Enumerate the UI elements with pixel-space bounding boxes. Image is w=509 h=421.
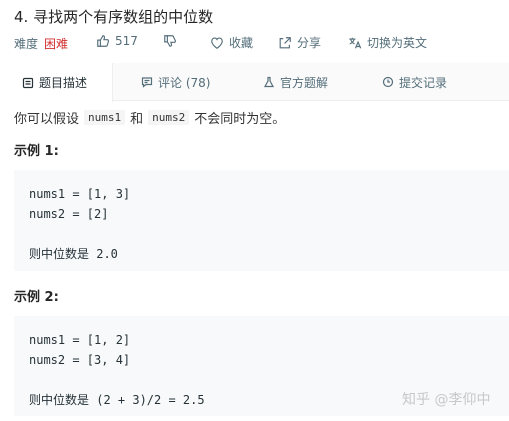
like-button[interactable]: 517 <box>96 34 138 48</box>
share-label: 分享 <box>297 36 322 50</box>
example-2-line-2: nums2 = [3, 4] <box>29 353 131 367</box>
description-mid: 和 <box>130 112 144 127</box>
like-count: 517 <box>115 34 138 48</box>
collect-label: 收藏 <box>229 36 254 50</box>
share-icon <box>279 36 291 48</box>
example-2-line-1: nums1 = [1, 2] <box>29 333 131 347</box>
inline-code-nums1: nums1 <box>84 110 126 125</box>
example-1-title: 示例 1: <box>14 144 59 159</box>
problem-title: 4. 寻找两个有序数组的中位数 <box>14 8 214 26</box>
tab-submissions[interactable]: 提交记录 <box>382 63 447 101</box>
example-2-blank-line <box>29 370 494 390</box>
example-1-line-2: nums2 = [2] <box>29 207 109 221</box>
flask-icon <box>263 76 275 88</box>
switch-language-label: 切换为英文 <box>367 36 428 50</box>
clock-icon <box>382 76 394 88</box>
tab-official-solution-label: 官方题解 <box>280 75 329 90</box>
heart-icon <box>211 36 223 49</box>
description-prefix: 你可以假设 <box>14 112 80 127</box>
tab-description[interactable]: 题目描述 <box>0 63 113 102</box>
tab-official-solution[interactable]: 官方题解 <box>263 63 328 101</box>
description-suffix: 不会同时为空。 <box>194 112 286 127</box>
problem-meta-bar: 难度 困难 517 收藏 分享 切换为英文 <box>14 34 427 52</box>
tab-description-label: 题目描述 <box>39 76 88 90</box>
thumbs-up-icon <box>97 35 110 47</box>
example-1-blank-line <box>29 224 494 244</box>
description-text: 你可以假设 nums1 和 nums2 不会同时为空。 <box>14 108 285 127</box>
example-1-result: 则中位数是 2.0 <box>29 247 118 261</box>
difficulty-label: 难度 <box>14 36 39 51</box>
tab-submissions-label: 提交记录 <box>399 75 448 90</box>
tab-bar: 题目描述 评论 (78) 官方题解 提交记录 <box>0 63 509 102</box>
switch-language-button[interactable]: 切换为英文 <box>348 34 427 51</box>
difficulty-value: 困难 <box>44 36 69 51</box>
tab-comments[interactable]: 评论 (78) <box>141 63 210 101</box>
example-1-code-block: nums1 = [1, 3] nums2 = [2] 则中位数是 2.0 <box>14 170 509 271</box>
inline-code-nums2: nums2 <box>148 110 190 125</box>
comment-icon <box>141 77 153 88</box>
difficulty: 难度 困难 <box>14 35 68 52</box>
example-2-title: 示例 2: <box>14 290 59 305</box>
document-icon <box>22 77 34 88</box>
translate-icon <box>349 37 362 48</box>
tab-comments-label: 评论 (78) <box>158 75 211 90</box>
collect-button[interactable]: 收藏 <box>210 34 253 51</box>
thumbs-down-icon <box>164 35 177 47</box>
watermark: 知乎 @李仰中 <box>402 392 491 408</box>
example-1-line-1: nums1 = [1, 3] <box>29 187 131 201</box>
share-button[interactable]: 分享 <box>278 34 321 51</box>
dislike-button[interactable] <box>163 34 182 48</box>
